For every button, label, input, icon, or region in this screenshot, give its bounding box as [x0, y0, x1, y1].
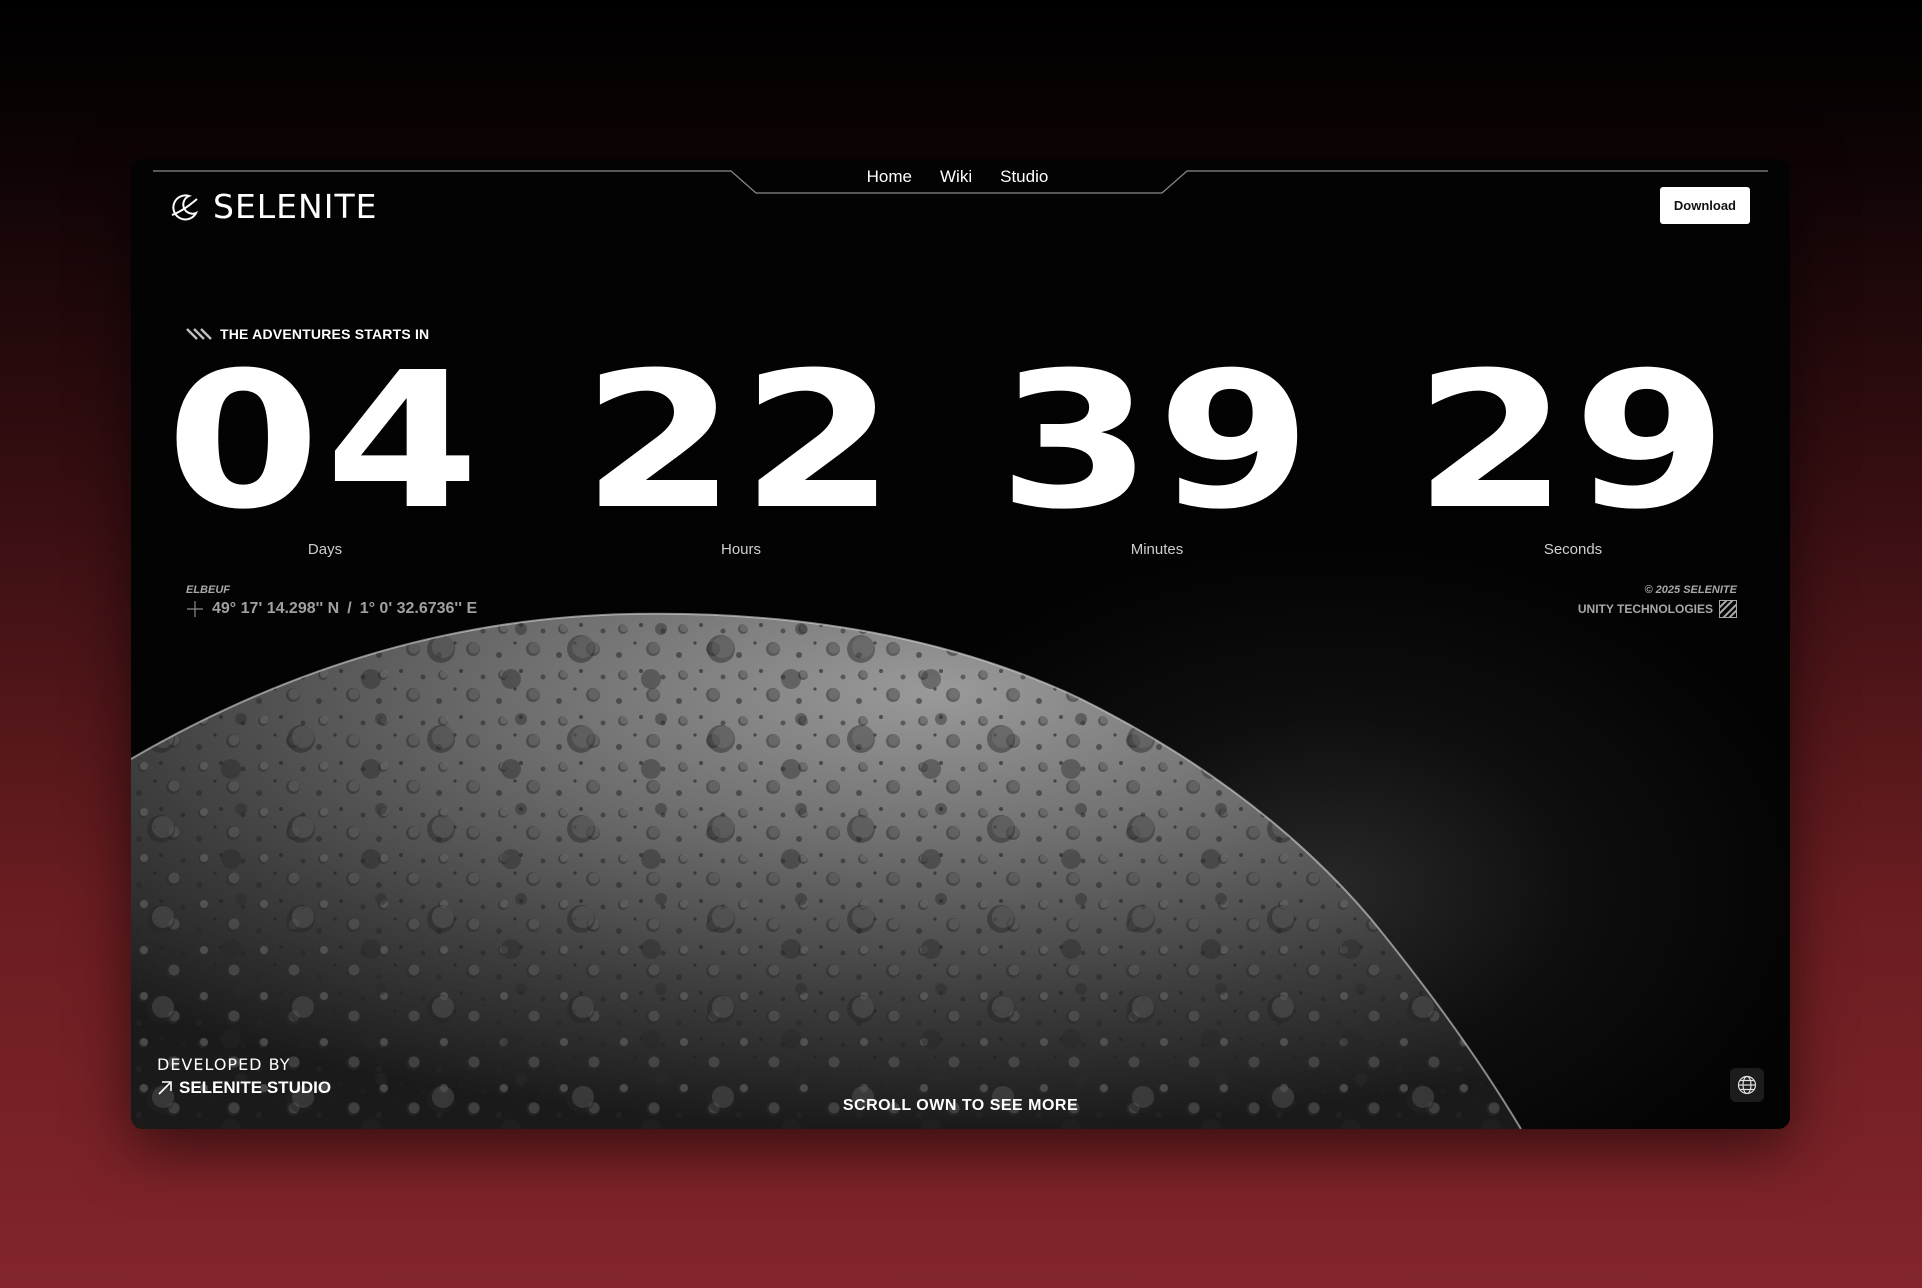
brand-name: SELENITE: [213, 187, 378, 226]
landing-window: SELENITE Home Wiki Studio Download THE A…: [131, 159, 1790, 1129]
moon-image: [131, 612, 1522, 1129]
developed-by-label: DEVELOPED BY: [157, 1055, 291, 1074]
counter-seconds: 29 Seconds: [1403, 348, 1743, 559]
copyright-info: © 2025 SELENITE UNITY TECHNOLOGIES: [1578, 584, 1737, 618]
counter-minutes: 39 Minutes: [987, 348, 1327, 559]
coordinates: 49° 17' 14.298'' N / 1° 0' 32.6736'' E: [186, 600, 477, 618]
location-city: ELBEUF: [186, 584, 230, 596]
location-info: ELBEUF 49° 17' 14.298'' N / 1° 0' 32.673…: [186, 584, 477, 618]
crosshair-icon: [187, 601, 203, 617]
company-name: UNITY TECHNOLOGIES: [1577, 602, 1713, 616]
scroll-hint: SCROLL OWN TO SEE MORE: [842, 1097, 1079, 1114]
minutes-value: 39: [997, 332, 1317, 551]
globe-icon: [1737, 1075, 1757, 1095]
coords-separator: /: [347, 600, 352, 617]
language-button[interactable]: [1730, 1068, 1764, 1102]
nav-home[interactable]: Home: [867, 167, 912, 187]
studio-name: SELENITE STUDIO: [179, 1078, 332, 1097]
latitude: 49° 17' 14.298'' N: [212, 600, 340, 617]
copyright-text: © 2025 SELENITE: [1644, 584, 1737, 596]
nav-wiki[interactable]: Wiki: [940, 167, 972, 187]
copyright-company: UNITY TECHNOLOGIES: [1578, 600, 1737, 618]
studio-link[interactable]: SELENITE STUDIO: [157, 1078, 331, 1098]
download-button[interactable]: Download: [1659, 187, 1750, 224]
nav-studio[interactable]: Studio: [1000, 167, 1048, 187]
striped-square-icon: [1719, 600, 1737, 618]
countdown: 04 Days 22 Hours 39 Minutes 29 Seconds: [131, 348, 1790, 567]
counter-days: 04 Days: [155, 348, 495, 559]
main-nav: Home Wiki Studio: [131, 167, 1787, 187]
days-value: 04: [165, 332, 485, 551]
developer-credit: DEVELOPED BY SELENITE STUDIO: [157, 1055, 331, 1098]
counter-hours: 22 Hours: [571, 348, 911, 559]
longitude: 1° 0' 32.6736'' E: [359, 600, 478, 617]
brand-logo[interactable]: SELENITE: [169, 187, 377, 226]
seconds-value: 29: [1413, 332, 1733, 551]
arrow-up-right-icon: [158, 1081, 172, 1095]
hours-value: 22: [581, 332, 901, 551]
crescent-moon-icon: [171, 193, 199, 220]
